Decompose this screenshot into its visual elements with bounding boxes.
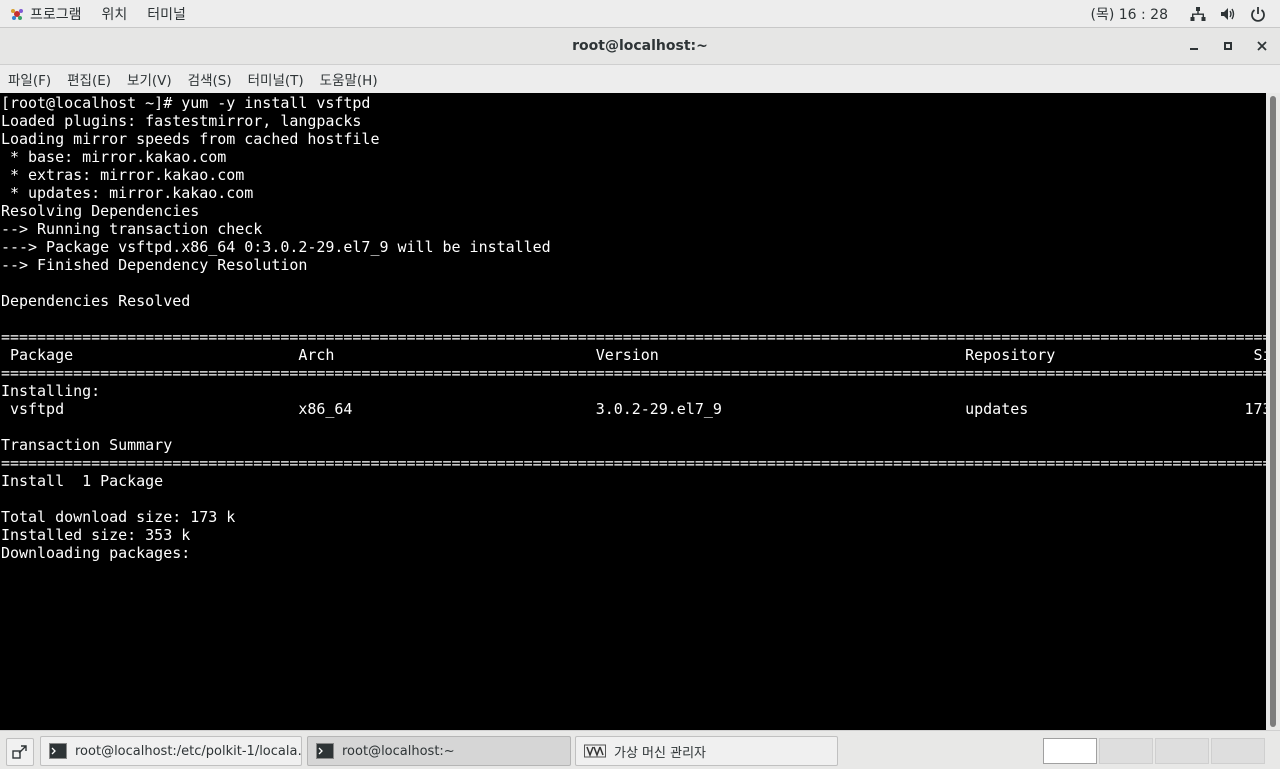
applications-menu[interactable]: 프로그램 [0,0,92,27]
applications-icon [11,8,23,20]
task-label: root@localhost:/etc/polkit-1/locala… [75,743,302,759]
menubar: 파일(F) 편집(E) 보기(V) 검색(S) 터미널(T) 도움말(H) [0,65,1280,93]
maximize-icon [1224,42,1232,50]
minimize-button[interactable] [1184,36,1204,56]
task-virt-manager[interactable]: 가상 머신 관리자 [575,736,838,766]
workspace-1[interactable] [1043,738,1097,764]
close-icon [1257,41,1267,51]
workspace-2[interactable] [1099,738,1153,764]
minimize-icon [1190,48,1198,50]
task-label: root@localhost:~ [342,743,455,759]
show-desktop-button[interactable] [6,738,34,766]
scrollbar-thumb[interactable] [1270,96,1276,727]
task-label: 가상 머신 관리자 [614,745,706,761]
terminal-view[interactable]: [root@localhost ~]# yum -y install vsftp… [0,93,1266,730]
top-panel: 프로그램 위치 터미널 (목) 16 : 28 [0,0,1280,28]
close-button[interactable] [1252,36,1272,56]
virt-manager-icon [584,744,606,758]
terminal-output: [root@localhost ~]# yum -y install vsftp… [1,94,1266,562]
app-menu[interactable]: 터미널 [137,0,196,27]
network-icon[interactable] [1190,6,1206,22]
power-icon[interactable] [1250,6,1266,22]
menu-terminal[interactable]: 터미널(T) [240,69,312,89]
workspace-4[interactable] [1211,738,1265,764]
status-area: (목) 16 : 28 [1090,0,1280,27]
window-titlebar[interactable]: root@localhost:~ [0,28,1280,65]
menu-view[interactable]: 보기(V) [119,69,180,89]
window-title: root@localhost:~ [572,38,708,54]
volume-icon[interactable] [1220,6,1236,22]
bottom-taskbar: root@localhost:/etc/polkit-1/locala… roo… [0,730,1280,769]
task-terminal-polkit[interactable]: root@localhost:/etc/polkit-1/locala… [40,736,302,766]
places-menu[interactable]: 위치 [92,0,138,27]
menu-edit[interactable]: 편집(E) [59,69,119,89]
task-terminal-root[interactable]: root@localhost:~ [307,736,571,766]
applications-label: 프로그램 [30,6,82,23]
show-desktop-icon [12,745,27,759]
menu-search[interactable]: 검색(S) [180,69,240,89]
maximize-button[interactable] [1218,36,1238,56]
menu-help[interactable]: 도움말(H) [312,69,386,89]
workspace-3[interactable] [1155,738,1209,764]
menu-file[interactable]: 파일(F) [0,69,59,89]
terminal-icon [316,743,334,759]
terminal-scrollbar[interactable] [1266,93,1280,730]
clock[interactable]: (목) 16 : 28 [1090,4,1168,24]
terminal-icon [49,743,67,759]
